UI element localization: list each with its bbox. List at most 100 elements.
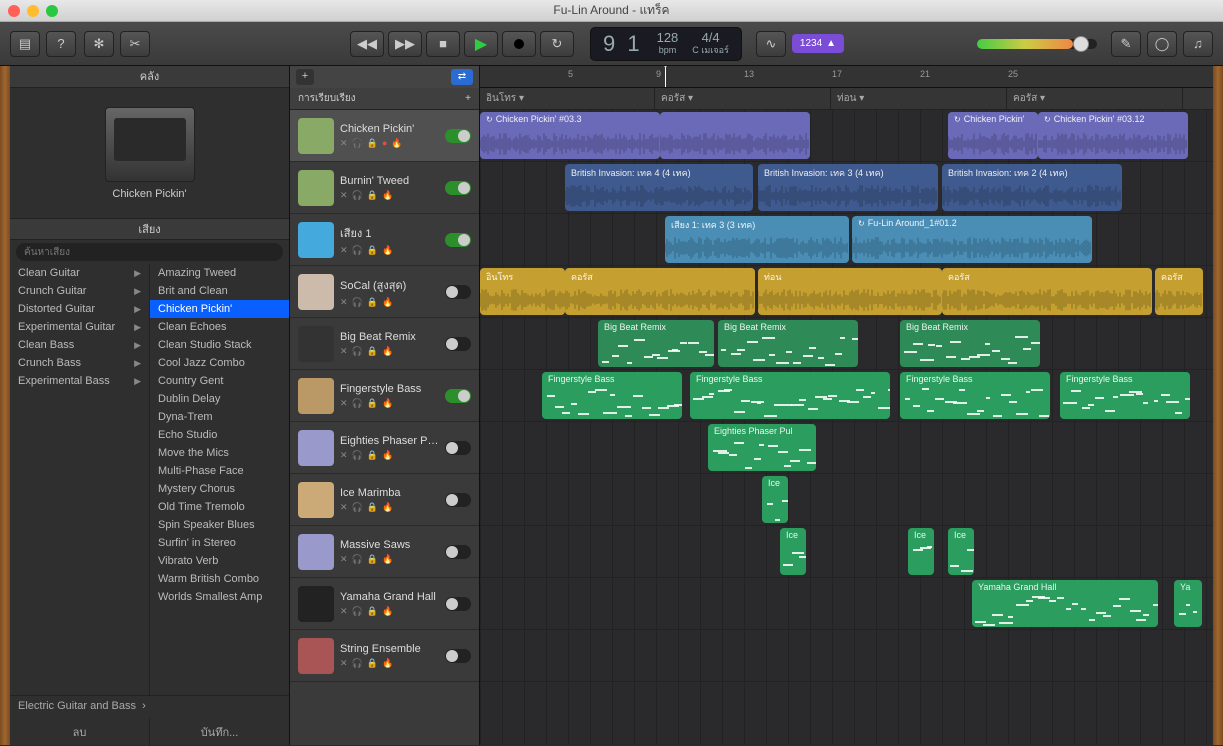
track-header[interactable]: Fingerstyle Bass ✕🎧🔒🔥 (290, 370, 479, 422)
region[interactable]: Ice (948, 528, 974, 575)
region[interactable]: ↻Fu-Lin Around_1#01.2 (852, 216, 1092, 263)
region[interactable]: คอรัส (1155, 268, 1203, 315)
library-category-item[interactable]: Crunch Bass▶ (10, 354, 149, 372)
arrangement-marker[interactable]: อินโทร ▾ (480, 88, 655, 109)
zoom-icon[interactable] (46, 5, 58, 17)
solo-button[interactable]: 🎧 (352, 297, 363, 308)
minimize-icon[interactable] (27, 5, 39, 17)
library-patch-item[interactable]: Multi-Phase Face (150, 462, 289, 480)
mute-button[interactable]: ✕ (340, 190, 348, 201)
solo-button[interactable]: 🎧 (352, 190, 363, 201)
mute-button[interactable]: ✕ (340, 346, 348, 357)
mute-button[interactable]: ✕ (340, 450, 348, 461)
track-header[interactable]: String Ensemble ✕🎧🔒🔥 (290, 630, 479, 682)
region[interactable]: British Invasion: เทค 2 (4 เทค) (942, 164, 1122, 211)
help-button[interactable]: ? (46, 31, 76, 57)
track-enable-toggle[interactable] (445, 649, 471, 663)
region[interactable]: Fingerstyle Bass (1060, 372, 1190, 419)
lock-icon[interactable]: 🔒 (367, 138, 378, 149)
library-category-item[interactable]: Clean Bass▶ (10, 336, 149, 354)
track-lane[interactable]: Fingerstyle BassFingerstyle BassFingerst… (480, 370, 1213, 422)
mute-button[interactable]: ✕ (340, 658, 348, 669)
lock-icon[interactable]: 🔒 (367, 190, 378, 201)
lock-icon[interactable]: 🔒 (367, 245, 378, 256)
scissors-button[interactable]: ✂ (120, 31, 150, 57)
region[interactable]: เสียง 1: เทค 3 (3 เทค) (665, 216, 849, 263)
track-enable-toggle[interactable] (445, 493, 471, 507)
region[interactable]: ท่อน (758, 268, 942, 315)
region[interactable]: Big Beat Remix (598, 320, 714, 367)
region[interactable]: British Invasion: เทค 3 (4 เทค) (758, 164, 938, 211)
count-in-button[interactable]: 1234 ▲ (792, 34, 844, 53)
track-header[interactable]: Massive Saws ✕🎧🔒🔥 (290, 526, 479, 578)
track-enable-toggle[interactable] (445, 129, 471, 143)
solo-button[interactable]: 🎧 (352, 606, 363, 617)
mute-button[interactable]: ✕ (340, 297, 348, 308)
library-category-item[interactable]: Distorted Guitar▶ (10, 300, 149, 318)
track-enable-toggle[interactable] (445, 285, 471, 299)
track-enable-toggle[interactable] (445, 597, 471, 611)
library-save-button[interactable]: บันทึก... (149, 718, 289, 746)
track-header[interactable]: Chicken Pickin' ✕🎧🔒● 🔥 (290, 110, 479, 162)
mute-button[interactable]: ✕ (340, 502, 348, 513)
track-lane[interactable]: IceIceIce (480, 526, 1213, 578)
library-patch-item[interactable]: Vibrato Verb (150, 552, 289, 570)
region[interactable]: Ya (1174, 580, 1202, 627)
track-header[interactable]: SoCal (สูงสุด) ✕🎧🔒🔥 (290, 266, 479, 318)
track-enable-toggle[interactable] (445, 337, 471, 351)
forward-button[interactable]: ▶▶ (388, 31, 422, 57)
library-patch-item[interactable]: Amazing Tweed (150, 264, 289, 282)
region[interactable] (660, 112, 810, 159)
track-enable-toggle[interactable] (445, 389, 471, 403)
track-header[interactable]: Yamaha Grand Hall ✕🎧🔒🔥 (290, 578, 479, 630)
library-patch-item[interactable]: Surfin' in Stereo (150, 534, 289, 552)
library-patch-item[interactable]: Mystery Chorus (150, 480, 289, 498)
lock-icon[interactable]: 🔒 (367, 346, 378, 357)
library-patch-item[interactable]: Brit and Clean (150, 282, 289, 300)
region[interactable]: ↻Chicken Pickin' #03.12 (1038, 112, 1188, 159)
library-patch-item[interactable]: Old Time Tremolo (150, 498, 289, 516)
region[interactable]: Ice (908, 528, 934, 575)
solo-button[interactable]: 🎧 (352, 450, 363, 461)
notepad-button[interactable]: ✎ (1111, 31, 1141, 57)
track-header[interactable]: Ice Marimba ✕🎧🔒🔥 (290, 474, 479, 526)
track-enable-toggle[interactable] (445, 441, 471, 455)
track-lane[interactable]: เสียง 1: เทค 3 (3 เทค)↻Fu-Lin Around_1#0… (480, 214, 1213, 266)
track-enable-toggle[interactable] (445, 181, 471, 195)
master-volume-slider[interactable] (977, 39, 1097, 49)
solo-button[interactable]: 🎧 (352, 245, 363, 256)
region[interactable]: ↻Chicken Pickin' (948, 112, 1038, 159)
loops-button[interactable]: ◯ (1147, 31, 1177, 57)
search-input[interactable] (16, 243, 283, 261)
library-toggle-button[interactable]: ▤ (10, 31, 40, 57)
library-category-item[interactable]: Clean Guitar▶ (10, 264, 149, 282)
track-header[interactable]: Eighties Phaser Pulse ✕🎧🔒🔥 (290, 422, 479, 474)
mute-button[interactable]: ✕ (340, 554, 348, 565)
arrangement-marker[interactable]: คอรัส ▾ (655, 88, 831, 109)
library-patch-item[interactable]: Chicken Pickin' (150, 300, 289, 318)
tuner-button[interactable]: ∿ (756, 31, 786, 57)
record-button[interactable] (502, 31, 536, 57)
cycle-button[interactable]: ↻ (540, 31, 574, 57)
region[interactable]: คอรัส (942, 268, 1152, 315)
lock-icon[interactable]: 🔒 (367, 554, 378, 565)
track-lane[interactable]: Eighties Phaser Pul (480, 422, 1213, 474)
track-enable-toggle[interactable] (445, 545, 471, 559)
library-patch-item[interactable]: Clean Echoes (150, 318, 289, 336)
region[interactable]: Fingerstyle Bass (900, 372, 1050, 419)
library-patch-item[interactable]: Move the Mics (150, 444, 289, 462)
region[interactable]: Eighties Phaser Pul (708, 424, 816, 471)
mute-button[interactable]: ✕ (340, 138, 348, 149)
library-patch-item[interactable]: Warm British Combo (150, 570, 289, 588)
track-lane[interactable]: อินโทรคอรัสท่อนคอรัสคอรัส (480, 266, 1213, 318)
solo-button[interactable]: 🎧 (352, 346, 363, 357)
library-patch-item[interactable]: Echo Studio (150, 426, 289, 444)
region[interactable]: Yamaha Grand Hall (972, 580, 1158, 627)
region[interactable]: Big Beat Remix (900, 320, 1040, 367)
track-lane[interactable]: Ice (480, 474, 1213, 526)
library-patch-item[interactable]: Dublin Delay (150, 390, 289, 408)
lcd-display[interactable]: 9 1 128bpm 4/4C เมเจอร์ (590, 27, 742, 61)
playhead[interactable] (665, 66, 666, 87)
library-category-item[interactable]: Crunch Guitar▶ (10, 282, 149, 300)
library-patch-item[interactable]: Worlds Smallest Amp (150, 588, 289, 606)
